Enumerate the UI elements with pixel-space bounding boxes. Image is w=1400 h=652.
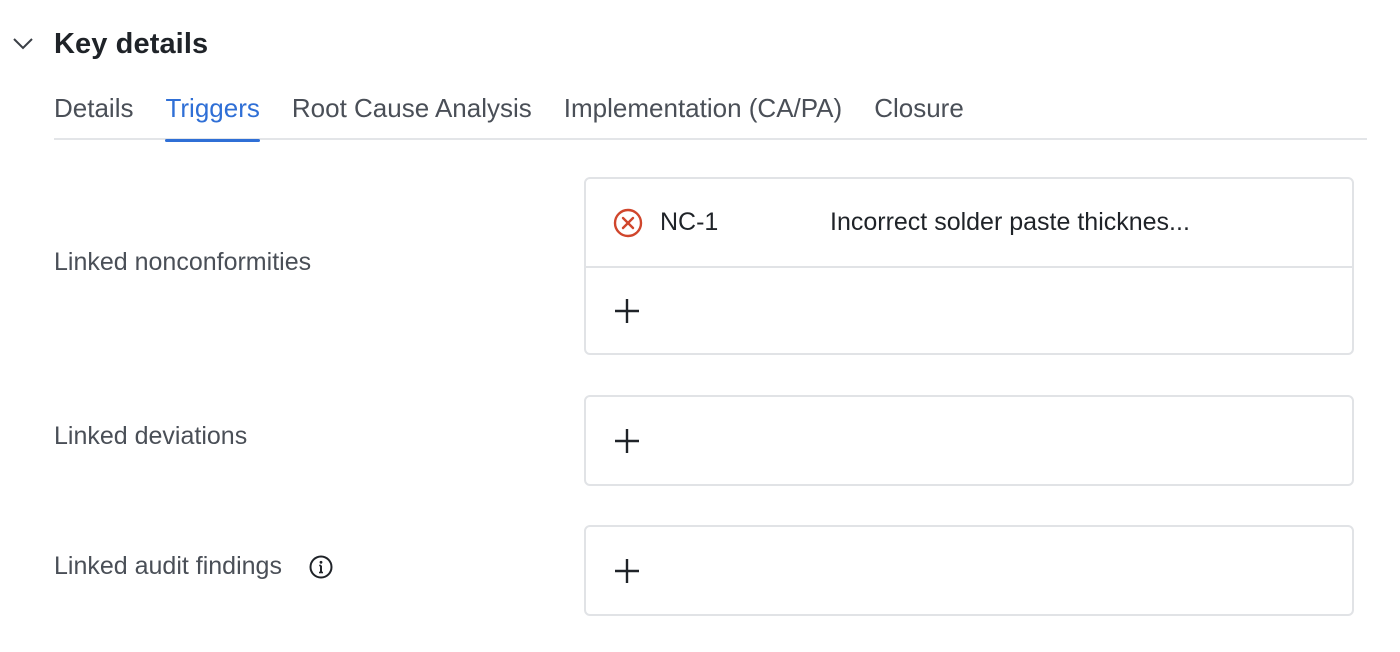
plus-icon (615, 558, 639, 583)
tab-details[interactable]: Details (54, 86, 133, 140)
linked-item-id[interactable]: NC-1 (660, 208, 830, 237)
plus-icon (615, 428, 639, 453)
field-label-nonconformities: Linked nonconformities (54, 248, 311, 277)
add-nonconformity-button[interactable] (612, 296, 642, 326)
deviations-box (584, 395, 1354, 486)
linked-item-row: NC-1 Incorrect solder paste thicknes... (586, 179, 1352, 266)
tab-closure[interactable]: Closure (874, 86, 964, 140)
key-details-panel: Key details Details Triggers Root Cause … (0, 0, 1400, 652)
field-label-audit-findings: Linked audit findings (54, 552, 334, 581)
tab-implementation[interactable]: Implementation (CA/PA) (564, 86, 842, 140)
add-row (586, 266, 1352, 353)
add-deviation-button[interactable] (612, 426, 642, 456)
field-label-deviations: Linked deviations (54, 422, 247, 451)
linked-item-title[interactable]: Incorrect solder paste thicknes... (830, 208, 1290, 237)
section-title: Key details (54, 27, 209, 60)
add-row (586, 397, 1352, 484)
add-row (586, 527, 1352, 614)
tab-triggers[interactable]: Triggers (165, 86, 261, 142)
remove-circle-icon[interactable] (612, 207, 644, 239)
chevron-down-icon[interactable] (10, 31, 36, 57)
deviations-label: Linked deviations (54, 422, 248, 450)
nonconformities-label: Linked nonconformities (54, 248, 312, 276)
plus-icon (615, 298, 639, 323)
tab-bar: Details Triggers Root Cause Analysis Imp… (54, 86, 1367, 142)
tab-root-cause-analysis[interactable]: Root Cause Analysis (292, 86, 532, 140)
nonconformities-box: NC-1 Incorrect solder paste thicknes... (584, 177, 1354, 355)
section-header: Key details (10, 22, 208, 66)
audit-findings-label: Linked audit findings (54, 552, 282, 580)
add-audit-finding-button[interactable] (612, 556, 642, 586)
audit-findings-box (584, 525, 1354, 616)
info-icon[interactable] (308, 554, 334, 580)
